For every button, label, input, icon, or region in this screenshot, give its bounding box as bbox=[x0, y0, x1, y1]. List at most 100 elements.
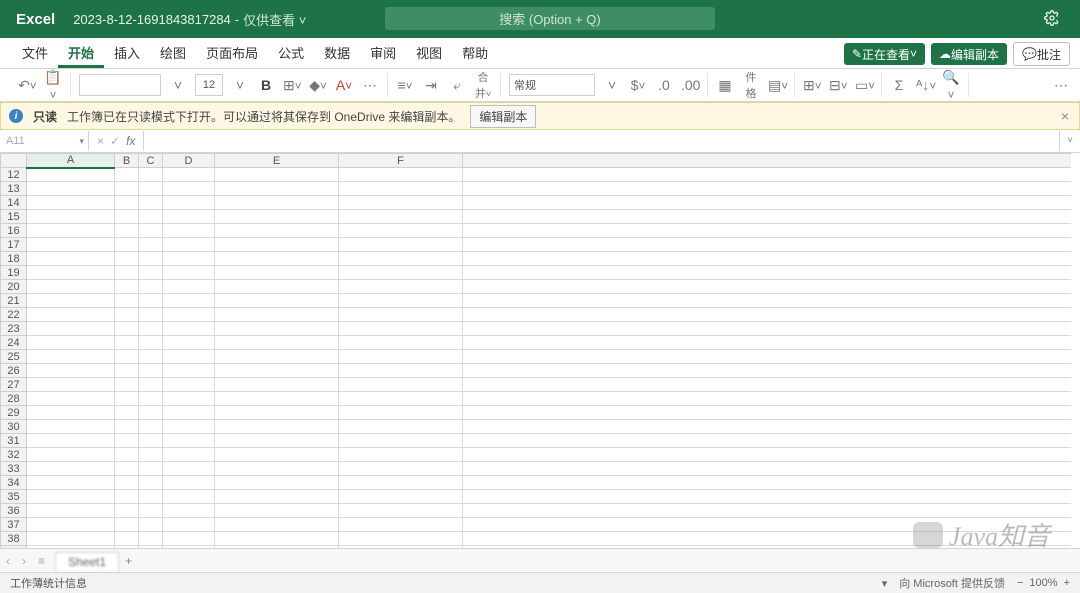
cell-B28[interactable] bbox=[115, 392, 139, 406]
cell-E20[interactable] bbox=[215, 280, 339, 294]
cell-rest[interactable] bbox=[463, 504, 1071, 518]
cell-B31[interactable] bbox=[115, 434, 139, 448]
row-header-33[interactable]: 33 bbox=[1, 462, 27, 476]
row-header-38[interactable]: 38 bbox=[1, 532, 27, 546]
tab-prev-icon[interactable]: ‹ bbox=[0, 554, 16, 568]
cell-D27[interactable] bbox=[163, 378, 215, 392]
cell-F15[interactable] bbox=[339, 210, 463, 224]
cell-C19[interactable] bbox=[139, 266, 163, 280]
cell-F13[interactable] bbox=[339, 182, 463, 196]
row-header-12[interactable]: 12 bbox=[1, 168, 27, 182]
cell-F37[interactable] bbox=[339, 518, 463, 532]
cell-F29[interactable] bbox=[339, 406, 463, 420]
cell-D13[interactable] bbox=[163, 182, 215, 196]
cell-rest[interactable] bbox=[463, 168, 1071, 182]
cell-rest[interactable] bbox=[463, 406, 1071, 420]
row-header-30[interactable]: 30 bbox=[1, 420, 27, 434]
decimal-dec-button[interactable]: .00 bbox=[681, 77, 699, 93]
cell-C24[interactable] bbox=[139, 336, 163, 350]
cell-B27[interactable] bbox=[115, 378, 139, 392]
cell-D22[interactable] bbox=[163, 308, 215, 322]
cell-rest[interactable] bbox=[463, 182, 1071, 196]
row-header-14[interactable]: 14 bbox=[1, 196, 27, 210]
menu-视图[interactable]: 视图 bbox=[406, 37, 452, 68]
cell-A18[interactable] bbox=[27, 252, 115, 266]
fill-color-button[interactable]: ◆˅ bbox=[309, 77, 327, 94]
cell-B12[interactable] bbox=[115, 168, 139, 182]
cell-F24[interactable] bbox=[339, 336, 463, 350]
spreadsheet-grid[interactable]: ABCDEF1213141516171819202122232425262728… bbox=[0, 153, 1080, 551]
cell-F20[interactable] bbox=[339, 280, 463, 294]
cell-D30[interactable] bbox=[163, 420, 215, 434]
cell-B36[interactable] bbox=[115, 504, 139, 518]
currency-button[interactable]: $˅ bbox=[629, 77, 647, 93]
cell-F38[interactable] bbox=[339, 532, 463, 546]
cell-rest[interactable] bbox=[463, 252, 1071, 266]
cell-A25[interactable] bbox=[27, 350, 115, 364]
menu-绘图[interactable]: 绘图 bbox=[150, 37, 196, 68]
cell-F26[interactable] bbox=[339, 364, 463, 378]
cell-C15[interactable] bbox=[139, 210, 163, 224]
cell-rest[interactable] bbox=[463, 308, 1071, 322]
cell-D32[interactable] bbox=[163, 448, 215, 462]
merge-button[interactable]: 合并˅ bbox=[474, 69, 492, 101]
cell-E33[interactable] bbox=[215, 462, 339, 476]
cell-rest[interactable] bbox=[463, 378, 1071, 392]
row-header-35[interactable]: 35 bbox=[1, 490, 27, 504]
col-header-D[interactable]: D bbox=[163, 154, 215, 168]
cell-E16[interactable] bbox=[215, 224, 339, 238]
cell-C13[interactable] bbox=[139, 182, 163, 196]
cell-A35[interactable] bbox=[27, 490, 115, 504]
cell-A29[interactable] bbox=[27, 406, 115, 420]
cell-D34[interactable] bbox=[163, 476, 215, 490]
row-header-36[interactable]: 36 bbox=[1, 504, 27, 518]
cancel-formula-icon[interactable]: × bbox=[97, 134, 104, 148]
align-button[interactable]: ≡˅ bbox=[396, 77, 414, 93]
row-header-20[interactable]: 20 bbox=[1, 280, 27, 294]
cell-E21[interactable] bbox=[215, 294, 339, 308]
cell-F14[interactable] bbox=[339, 196, 463, 210]
col-header-B[interactable]: B bbox=[115, 154, 139, 168]
cell-B38[interactable] bbox=[115, 532, 139, 546]
cell-A33[interactable] bbox=[27, 462, 115, 476]
cell-B18[interactable] bbox=[115, 252, 139, 266]
cell-C23[interactable] bbox=[139, 322, 163, 336]
cell-B20[interactable] bbox=[115, 280, 139, 294]
cell-D26[interactable] bbox=[163, 364, 215, 378]
tab-all-icon[interactable]: ≡ bbox=[32, 554, 51, 568]
cell-E27[interactable] bbox=[215, 378, 339, 392]
menu-数据[interactable]: 数据 bbox=[314, 37, 360, 68]
cell-B22[interactable] bbox=[115, 308, 139, 322]
cell-F25[interactable] bbox=[339, 350, 463, 364]
cell-B33[interactable] bbox=[115, 462, 139, 476]
cell-D12[interactable] bbox=[163, 168, 215, 182]
cell-D17[interactable] bbox=[163, 238, 215, 252]
cell-F31[interactable] bbox=[339, 434, 463, 448]
cell-B34[interactable] bbox=[115, 476, 139, 490]
formula-expand-icon[interactable]: ˅ bbox=[1059, 131, 1080, 151]
row-header-23[interactable]: 23 bbox=[1, 322, 27, 336]
cell-rest[interactable] bbox=[463, 294, 1071, 308]
cell-B24[interactable] bbox=[115, 336, 139, 350]
cell-F28[interactable] bbox=[339, 392, 463, 406]
cell-E19[interactable] bbox=[215, 266, 339, 280]
cell-E38[interactable] bbox=[215, 532, 339, 546]
row-header-25[interactable]: 25 bbox=[1, 350, 27, 364]
cell-F16[interactable] bbox=[339, 224, 463, 238]
col-header-E[interactable]: E bbox=[215, 154, 339, 168]
cell-rest[interactable] bbox=[463, 392, 1071, 406]
info-close-icon[interactable]: × bbox=[1061, 108, 1069, 124]
cell-E26[interactable] bbox=[215, 364, 339, 378]
wrap-button[interactable]: ⤶ bbox=[448, 77, 466, 94]
cell-D33[interactable] bbox=[163, 462, 215, 476]
cell-F19[interactable] bbox=[339, 266, 463, 280]
cell-rest[interactable] bbox=[463, 322, 1071, 336]
undo-icon[interactable]: ↶˅ bbox=[18, 77, 36, 94]
viewing-button[interactable]: ✎ 正在查看 ˅ bbox=[844, 43, 925, 65]
col-header-A[interactable]: A bbox=[27, 154, 115, 168]
cell-D24[interactable] bbox=[163, 336, 215, 350]
cell-B19[interactable] bbox=[115, 266, 139, 280]
cell-F34[interactable] bbox=[339, 476, 463, 490]
row-header-29[interactable]: 29 bbox=[1, 406, 27, 420]
search-input[interactable]: 搜索 (Option + Q) bbox=[385, 7, 715, 30]
